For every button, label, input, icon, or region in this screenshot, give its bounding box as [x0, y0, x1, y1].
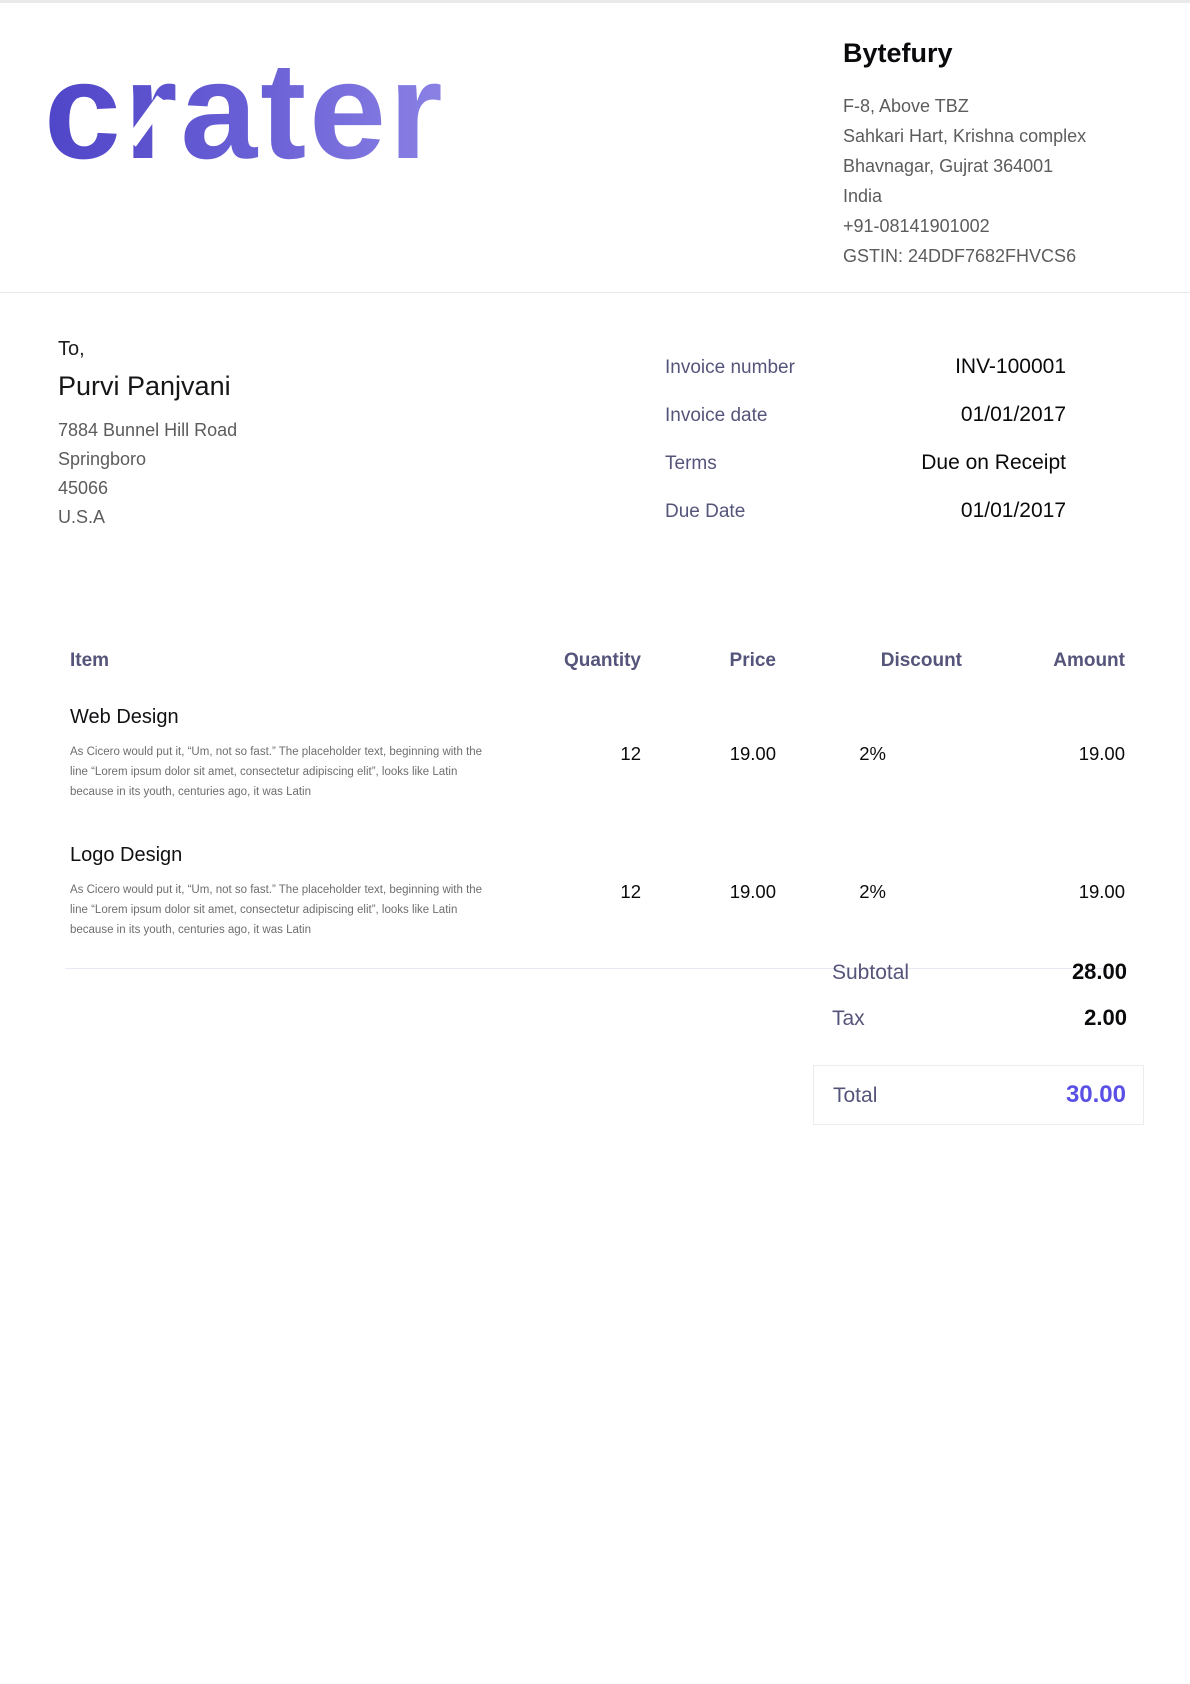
column-header-quantity: Quantity — [520, 650, 641, 672]
window-top-edge — [0, 0, 1190, 3]
items-table-header: Item Quantity Price Discount Amount — [70, 650, 1125, 672]
subtotal-label: Subtotal — [832, 958, 909, 988]
due-date-value: 01/01/2017 — [961, 496, 1066, 525]
company-address-line: India — [843, 181, 1143, 211]
item-amount: 19.00 — [962, 844, 1125, 903]
item-price: 19.00 — [641, 706, 776, 765]
invoice-date-row: Invoice date 01/01/2017 — [665, 400, 1066, 430]
terms-value: Due on Receipt — [921, 448, 1066, 477]
company-gstin: GSTIN: 24DDF7682FHVCS6 — [843, 241, 1143, 271]
customer-address: 7884 Bunnel Hill Road Springboro 45066 U… — [58, 416, 418, 532]
item-discount: 2% — [776, 706, 962, 765]
item-quantity: 12 — [520, 706, 641, 765]
logo-slash-icon — [450, 126, 490, 179]
table-row: Logo Design As Cicero would put it, “Um,… — [70, 844, 1125, 940]
terms-row: Terms Due on Receipt — [665, 448, 1066, 478]
due-date-row: Due Date 01/01/2017 — [665, 496, 1066, 526]
company-address: F-8, Above TBZ Sahkari Hart, Krishna com… — [843, 91, 1143, 271]
customer-address-line: U.S.A — [58, 503, 418, 532]
total-box: Total 30.00 — [813, 1065, 1144, 1125]
invoice-number-label: Invoice number — [665, 353, 795, 382]
customer-address-line: Springboro — [58, 445, 418, 474]
company-phone: +91-08141901002 — [843, 211, 1143, 241]
total-label: Total — [833, 1084, 877, 1108]
company-name: Bytefury — [843, 38, 1143, 69]
column-header-amount: Amount — [962, 650, 1125, 672]
item-discount: 2% — [776, 844, 962, 903]
tax-value: 2.00 — [1084, 1005, 1127, 1031]
item-description: As Cicero would put it, “Um, not so fast… — [70, 880, 495, 940]
company-address-line: Sahkari Hart, Krishna complex — [843, 121, 1143, 151]
company-address-line: Bhavnagar, Gujrat 364001 — [843, 151, 1143, 181]
item-name: Web Design — [70, 706, 520, 729]
items-table: Item Quantity Price Discount Amount Web … — [70, 650, 1125, 969]
company-address-line: F-8, Above TBZ — [843, 91, 1143, 121]
item-description: As Cicero would put it, “Um, not so fast… — [70, 742, 495, 802]
terms-label: Terms — [665, 449, 717, 478]
header-divider — [0, 292, 1190, 293]
bill-to-label: To, — [58, 338, 418, 361]
table-row: Web Design As Cicero would put it, “Um, … — [70, 706, 1125, 802]
column-header-item: Item — [70, 650, 520, 672]
invoice-meta: Invoice number INV-100001 Invoice date 0… — [665, 352, 1066, 544]
customer-address-line: 45066 — [58, 474, 418, 503]
total-value: 30.00 — [1066, 1081, 1126, 1109]
totals-section: Subtotal 28.00 Tax 2.00 Total 30.00 — [813, 958, 1144, 1125]
subtotal-value: 28.00 — [1072, 959, 1127, 985]
item-amount: 19.00 — [962, 706, 1125, 765]
due-date-label: Due Date — [665, 497, 745, 526]
item-name: Logo Design — [70, 844, 520, 867]
invoice-date-label: Invoice date — [665, 401, 767, 430]
item-quantity: 12 — [520, 844, 641, 903]
item-price: 19.00 — [641, 844, 776, 903]
customer-name: Purvi Panjvani — [58, 371, 418, 402]
subtotal-row: Subtotal 28.00 — [813, 958, 1144, 988]
tax-row: Tax 2.00 — [813, 1004, 1144, 1034]
invoice-document: crater Bytefury F-8, Above TBZ Sahkari H… — [0, 0, 1190, 1684]
bill-to-section: To, Purvi Panjvani 7884 Bunnel Hill Road… — [58, 338, 418, 532]
company-info: Bytefury F-8, Above TBZ Sahkari Hart, Kr… — [843, 38, 1143, 271]
column-header-discount: Discount — [776, 650, 962, 672]
invoice-number-value: INV-100001 — [955, 352, 1066, 381]
invoice-number-row: Invoice number INV-100001 — [665, 352, 1066, 382]
column-header-price: Price — [641, 650, 776, 672]
invoice-date-value: 01/01/2017 — [961, 400, 1066, 429]
tax-label: Tax — [832, 1004, 865, 1034]
crater-logo: crater — [44, 36, 504, 206]
customer-address-line: 7884 Bunnel Hill Road — [58, 416, 418, 445]
